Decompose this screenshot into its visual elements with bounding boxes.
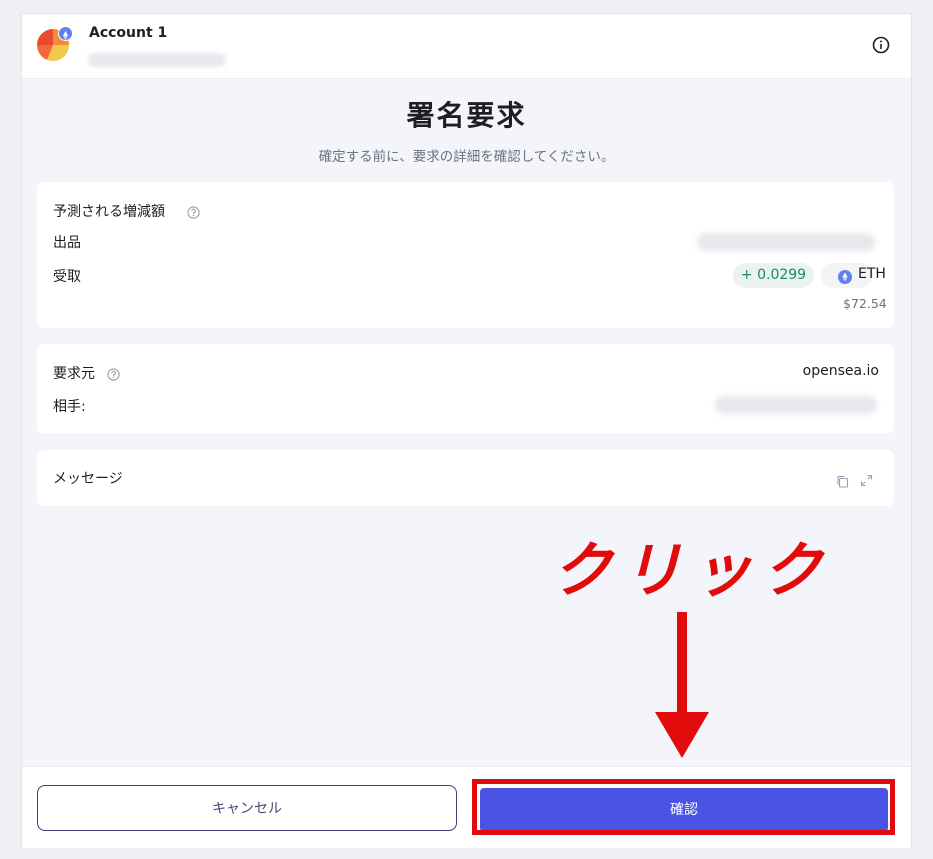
click-annotation: クリック (552, 536, 832, 606)
counterparty-label: 相手: (53, 399, 86, 415)
receive-fiat-value: $72.54 (843, 296, 887, 311)
list-value-blurred (697, 233, 875, 251)
token-symbol: ETH (858, 266, 886, 282)
origin-label: 要求元 (53, 366, 95, 382)
account-name: Account 1 (89, 25, 168, 41)
counterparty-address-blurred[interactable] (715, 396, 877, 414)
page-title: 署名要求 (406, 99, 527, 132)
help-icon[interactable] (107, 366, 120, 381)
receive-label: 受取 (53, 269, 81, 285)
action-footer: キャンセル 確認 (22, 766, 911, 848)
copy-icon[interactable] (836, 473, 849, 488)
account-address-blurred (88, 53, 226, 67)
message-label: メッセージ (53, 471, 123, 487)
account-header: Account 1 (22, 14, 911, 79)
page-subtitle: 確定する前に、要求の詳細を確認してください。 (318, 149, 615, 165)
confirm-button[interactable]: 確認 (480, 788, 888, 832)
list-label: 出品 (53, 235, 81, 251)
ethereum-icon (838, 269, 852, 284)
signature-request-window: Account 1 署名要求 確定する前に、要求の詳細を確認してください。 予測… (22, 14, 911, 848)
balance-change-heading: 予測される増減額 (53, 204, 165, 220)
cancel-button[interactable]: キャンセル (37, 785, 457, 831)
origin-value[interactable]: opensea.io (803, 363, 879, 379)
expand-icon[interactable] (860, 472, 873, 487)
balance-change-card: 予測される増減額 出品 受取 + 0.0299 ETH $72.54 (37, 182, 894, 328)
network-ethereum-icon (58, 26, 73, 41)
message-card: メッセージ (37, 450, 894, 506)
down-arrow (655, 612, 709, 758)
help-icon[interactable] (187, 204, 200, 219)
info-icon[interactable] (872, 36, 890, 54)
request-details-card: 要求元 opensea.io 相手: (37, 344, 894, 433)
receive-amount: + 0.0299 (733, 263, 814, 288)
